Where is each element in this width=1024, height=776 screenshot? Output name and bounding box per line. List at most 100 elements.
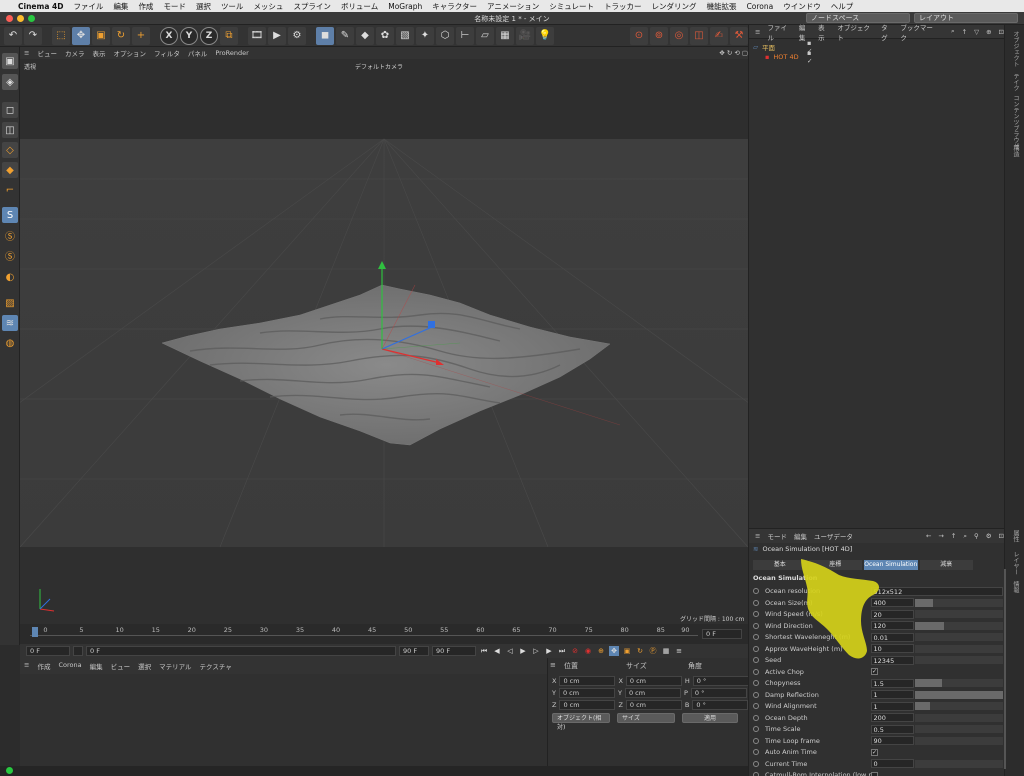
attribute-menu-item[interactable]: 編集 (794, 531, 807, 541)
param-value-field[interactable]: 0.5 (870, 724, 915, 734)
render-settings-icon[interactable]: ⚙ (288, 26, 306, 45)
record-icon[interactable]: ⊘ (570, 646, 580, 656)
attribute-menu-item[interactable]: モード (767, 531, 787, 541)
menu-item[interactable]: メッシュ (253, 1, 283, 12)
object-menu-item[interactable]: オブジェクト (837, 22, 874, 42)
menu-item[interactable]: ボリューム (341, 1, 378, 12)
viewport-menu-item[interactable]: ProRender (215, 49, 248, 57)
animate-param-icon[interactable] (753, 611, 759, 617)
max-frame-field[interactable]: 90 F (399, 646, 429, 656)
position-y-field[interactable]: 0 cm (558, 688, 615, 698)
position-z-field[interactable]: 0 cm (559, 700, 616, 710)
key-rotation-icon[interactable]: ↻ (635, 646, 645, 656)
search-icon[interactable]: ⌕ (963, 532, 967, 541)
menu-item[interactable]: スプライン (293, 1, 331, 12)
render-picture-viewer-icon[interactable]: ▶ (268, 26, 286, 45)
param-value-field[interactable]: 90 (870, 736, 915, 745)
key-param-icon[interactable]: Ⓟ (648, 646, 658, 656)
size-mode-select[interactable]: サイズ (617, 713, 675, 723)
solo-hierarchy-icon[interactable]: Ⓢ (2, 247, 18, 263)
camera-label[interactable]: デフォルトカメラ (355, 62, 403, 71)
play-icon[interactable]: ▶ (518, 646, 528, 656)
rotate-tool-icon[interactable]: ↻ (112, 26, 130, 45)
animate-param-icon[interactable] (753, 772, 759, 776)
autokey-icon[interactable]: ◉ (583, 646, 593, 656)
apply-button[interactable]: 適用 (682, 713, 738, 723)
viewport-menu-item[interactable]: ビュー (37, 48, 57, 58)
side-tab-objects[interactable]: オブジェクト (1011, 31, 1020, 67)
key-pla-icon[interactable]: ▦ (661, 646, 671, 656)
param-slider[interactable] (915, 621, 1003, 630)
param-slider[interactable] (915, 644, 1003, 653)
cube-icon[interactable]: ◼ (316, 26, 334, 45)
size-x-field[interactable]: 0 cm (625, 676, 682, 686)
viewport-menu-item[interactable]: フィルタ (154, 48, 180, 58)
up-arrow-icon[interactable]: ↑ (962, 28, 967, 36)
param-value-field[interactable]: 20 (870, 609, 915, 619)
end-frame-field[interactable]: 90 F (432, 646, 476, 656)
menu-item[interactable]: シミュレート (549, 1, 594, 12)
axis-mode-icon[interactable]: ⌐ (2, 182, 18, 198)
environment-icon[interactable]: ▦ (496, 26, 514, 45)
hamburger-icon[interactable]: ≡ (755, 28, 760, 36)
param-checkbox[interactable]: ✓ (871, 668, 878, 675)
param-slider[interactable] (915, 656, 1003, 664)
object-name[interactable]: HOT 4D (773, 53, 798, 61)
side-tab-info[interactable]: 情報 (1011, 581, 1020, 593)
playhead[interactable] (32, 627, 38, 637)
param-slider[interactable] (915, 598, 1003, 607)
menu-item[interactable]: 作成 (138, 1, 153, 12)
sculpt-icon[interactable]: ◎ (670, 26, 688, 45)
select-tool-icon[interactable]: ⬚ (52, 26, 70, 45)
goto-start-icon[interactable]: ⏮ (479, 646, 489, 656)
projection-label[interactable]: 透視 (24, 62, 36, 71)
param-value-field[interactable]: 0 (870, 759, 915, 768)
param-slider[interactable] (915, 633, 1003, 641)
current-frame-field[interactable]: 0 F (702, 629, 742, 639)
new-view-icon[interactable]: ⊡ (999, 532, 1004, 540)
menu-item[interactable]: ヘルプ (831, 1, 854, 12)
animate-param-icon[interactable] (753, 657, 759, 663)
animate-param-icon[interactable] (753, 714, 759, 721)
menu-item[interactable]: アニメーション (487, 1, 539, 12)
key-scale-icon[interactable]: ▣ (622, 646, 632, 656)
array-icon[interactable]: ✿ (376, 26, 394, 45)
param-slider[interactable] (915, 736, 1003, 745)
object-menu-item[interactable]: ファイル (767, 22, 791, 42)
object-row[interactable]: ▪ HOT 4D ▪ ✓ (765, 49, 812, 65)
hair-icon[interactable]: ⚒ (730, 26, 748, 45)
param-value-field[interactable]: 120 (870, 621, 915, 630)
param-slider[interactable] (915, 759, 1003, 768)
filter-icon[interactable]: ▽ (974, 28, 979, 36)
model-mode-icon[interactable]: ◈ (2, 74, 18, 90)
object-menu-item[interactable]: 表示 (818, 22, 830, 42)
up-arrow-icon[interactable]: ↑ (951, 532, 956, 540)
material-menu-item[interactable]: テクスチャ (200, 661, 232, 671)
animate-param-icon[interactable] (753, 680, 759, 686)
param-checkbox[interactable]: ✓ (871, 748, 878, 756)
app-name[interactable]: Cinema 4D (18, 2, 63, 11)
solo-icon[interactable]: Ⓢ (2, 227, 18, 243)
subdivision-icon[interactable]: ◆ (356, 26, 374, 45)
animate-param-icon[interactable] (753, 760, 759, 767)
forward-arrow-icon[interactable]: → (938, 532, 943, 540)
tab-basic[interactable]: 基本 (753, 560, 807, 570)
range-handle-left[interactable] (73, 646, 83, 656)
deformer-icon[interactable]: ▧ (396, 26, 414, 45)
viewport-menu-item[interactable]: 表示 (92, 48, 105, 58)
uv-icon[interactable]: ◫ (690, 26, 708, 45)
point-mode-icon[interactable]: ◇ (2, 142, 18, 158)
param-value-field[interactable]: 400 (870, 598, 915, 607)
side-tab-attributes[interactable]: 属性 (1011, 530, 1020, 542)
param-slider[interactable] (915, 679, 1003, 687)
layers-icon[interactable]: ≋ (2, 315, 18, 331)
hamburger-icon[interactable]: ≡ (24, 49, 29, 57)
object-menu-item[interactable]: タグ (881, 22, 893, 42)
timeline[interactable]: 0 5 10 15 20 25 30 35 40 45 50 55 60 65 … (20, 624, 748, 644)
cloner-icon[interactable]: ⬡ (436, 26, 454, 45)
animate-param-icon[interactable] (753, 645, 759, 652)
menu-item[interactable]: レンダリング (652, 1, 697, 12)
pen-icon[interactable]: ✎ (336, 26, 354, 45)
hamburger-icon[interactable]: ≡ (755, 532, 760, 540)
param-slider[interactable] (915, 713, 1003, 722)
